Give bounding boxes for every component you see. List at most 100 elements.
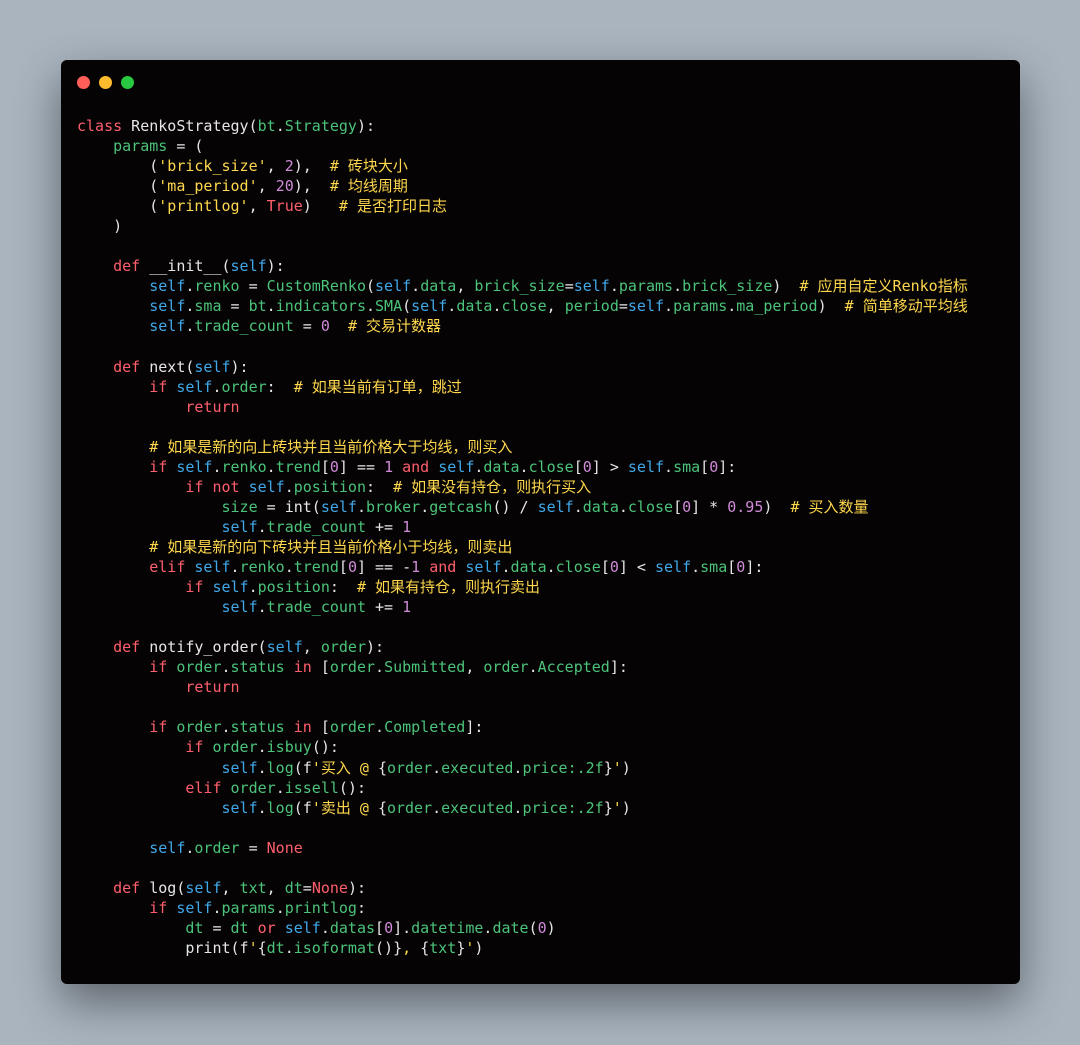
- code-token: 0: [736, 558, 746, 577]
- code-token: # 如果没有持仓，则执行买入: [393, 477, 592, 496]
- code-line: size = int(self.broker.getcash() / self.…: [77, 497, 968, 517]
- code-token: .: [284, 558, 294, 577]
- close-window-icon[interactable]: [77, 76, 90, 89]
- code-token: trend: [293, 558, 339, 577]
- code-window: class RenkoStrategy(bt.Strategy): params…: [61, 60, 1020, 984]
- code-token: notify_order(: [140, 638, 267, 657]
- code-token: close: [501, 297, 547, 316]
- code-token: :: [366, 477, 394, 496]
- code-token: .: [320, 918, 330, 937]
- code-token: (: [366, 277, 376, 296]
- code-line: if order.isbuy():: [77, 737, 968, 757]
- code-token: 0: [347, 558, 357, 577]
- code-token: params: [673, 297, 728, 316]
- code-token: order: [194, 838, 240, 857]
- code-token: # 如果是新的向上砖块并且当前价格大于均线，则买入: [149, 437, 513, 456]
- code-token: self: [221, 758, 258, 777]
- code-token: params: [618, 277, 674, 296]
- code-token: price: [522, 758, 568, 777]
- code-token: self: [537, 497, 574, 516]
- code-token: # 交易计数器: [347, 317, 441, 336]
- code-token: isbuy: [266, 738, 312, 757]
- code-token: size: [221, 497, 258, 516]
- code-token: ,: [402, 938, 421, 957]
- code-line: ('printlog', True) # 是否打印日志: [77, 196, 968, 216]
- code-token: # 均线周期: [329, 177, 408, 196]
- code-token: return: [185, 678, 240, 697]
- code-token: [: [375, 918, 385, 937]
- code-token: (: [77, 157, 159, 176]
- code-line: elif self.renko.trend[0] == -1 and self.…: [77, 557, 968, 577]
- code-token: 2: [284, 157, 294, 176]
- code-token: ma_period: [736, 297, 818, 316]
- code-token: .: [664, 457, 674, 476]
- code-token: (f: [293, 798, 312, 817]
- minimize-window-icon[interactable]: [99, 76, 112, 89]
- code-line: class RenkoStrategy(bt.Strategy):: [77, 116, 968, 136]
- code-token: None: [266, 838, 303, 857]
- code-token: self: [149, 277, 186, 296]
- code-token: .: [432, 758, 442, 777]
- code-token: if: [185, 578, 204, 597]
- code-token: 1: [402, 517, 412, 536]
- code-token: .: [432, 798, 442, 817]
- code-token: print: [185, 938, 231, 957]
- code-token: self: [185, 878, 222, 897]
- code-token: ),: [293, 157, 330, 176]
- code-token: .: [284, 477, 294, 496]
- code-token: period: [564, 297, 619, 316]
- code-token: }: [603, 798, 613, 817]
- code-token: bt: [257, 117, 276, 135]
- code-token: ]:: [609, 658, 628, 677]
- code-token: issell: [284, 778, 339, 797]
- code-token: data: [582, 497, 619, 516]
- code-token: order: [176, 658, 222, 677]
- code-token: self: [176, 377, 213, 396]
- code-token: ): [77, 217, 123, 236]
- maximize-window-icon[interactable]: [121, 76, 134, 89]
- code-token: =: [239, 838, 267, 857]
- code-token: ):: [356, 117, 376, 135]
- code-token: self: [438, 457, 475, 476]
- code-token: ):: [230, 357, 249, 376]
- code-token: # 如果是新的向下砖块并且当前价格小于均线，则卖出: [149, 537, 513, 556]
- code-token: =: [203, 918, 231, 937]
- code-token: 0: [609, 558, 619, 577]
- code-token: =: [293, 317, 321, 336]
- code-token: executed: [441, 798, 514, 817]
- code-token: = (: [167, 137, 204, 156]
- code-token: data: [456, 297, 493, 316]
- code-token: data: [420, 277, 457, 296]
- code-token: dt: [266, 938, 285, 957]
- code-token: if: [149, 377, 168, 396]
- code-token: '卖出 @: [311, 798, 378, 817]
- code-line: params = (: [77, 136, 968, 156]
- code-token: ): [474, 938, 484, 957]
- code-token: renko: [221, 457, 267, 476]
- code-token: .: [366, 297, 376, 316]
- code-token: and: [402, 457, 430, 476]
- code-token: 0: [329, 457, 339, 476]
- code-token: if: [149, 457, 168, 476]
- code-token: {: [257, 938, 267, 957]
- code-token: self: [221, 598, 258, 617]
- code-line: self.log(f'买入 @ {order.executed.price:.2…: [77, 758, 968, 778]
- code-token: .: [230, 558, 240, 577]
- code-token: order: [386, 758, 433, 777]
